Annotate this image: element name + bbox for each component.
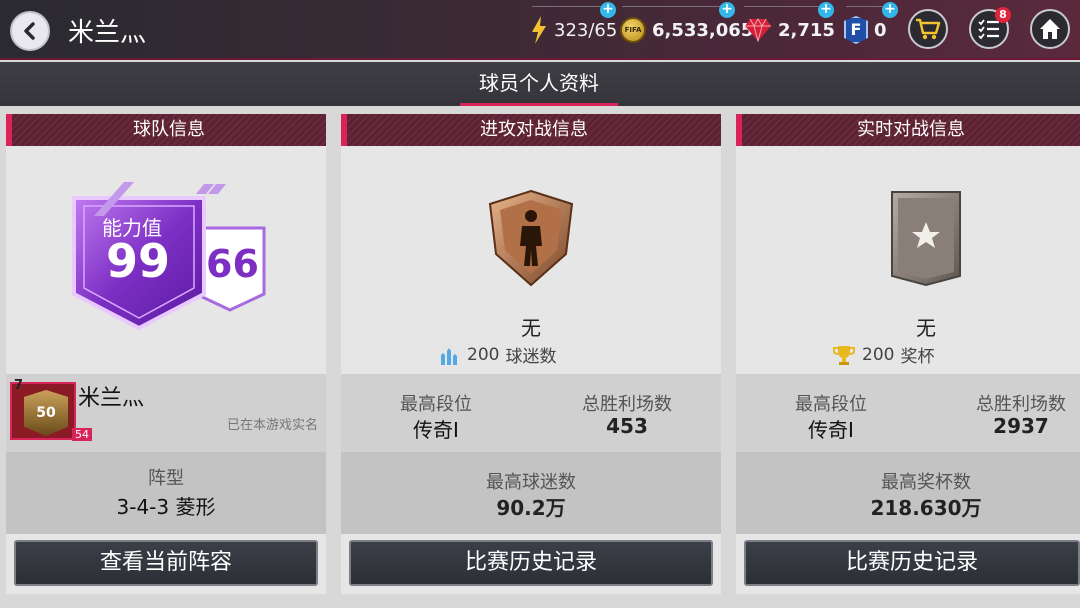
fifa-points-icon: F (844, 16, 868, 44)
silver-shield-icon (891, 191, 961, 287)
live-best-rank-value: 传奇I (808, 418, 854, 442)
team-info-header: 球队信息 (6, 114, 326, 146)
tasks-button[interactable]: 8 (969, 7, 1011, 49)
add-fifa-points-button[interactable]: + (882, 2, 898, 18)
view-lineup-button[interactable]: 查看当前阵容 (14, 540, 318, 586)
card-icon: 50 (24, 390, 68, 436)
live-rank: 无 (916, 316, 936, 340)
store-button[interactable] (908, 9, 948, 49)
energy-counter[interactable]: 323/65 + (530, 2, 618, 46)
coins-value: 6,533,065 (652, 19, 754, 41)
live-max-trophies-label: 最高奖杯数 (881, 472, 971, 493)
gem-icon (745, 18, 771, 42)
formation-label: 阵型 (148, 468, 184, 489)
player-name: 米兰灬 (78, 386, 145, 411)
attack-total-wins-label: 总胜利场数 (582, 394, 672, 415)
tasks-badge: 8 (995, 7, 1011, 23)
tab-strip: 球员个人资料 (0, 62, 1080, 106)
live-best-rank-label: 最高段位 (795, 394, 867, 415)
team-info-panel: 球队信息 能力值 99 66 7 50 54 米兰灬 已在本游戏实名 阵型 3-… (6, 114, 326, 594)
attack-max-fans-label: 最高球迷数 (486, 472, 576, 493)
chevron-left-icon (24, 22, 35, 40)
gems-value: 2,715 (778, 19, 835, 41)
fifa-points-counter[interactable]: F 0 + (844, 2, 898, 46)
cart-icon (916, 18, 941, 40)
attack-fans-value: 200 (467, 344, 500, 365)
level-badge: 7 (14, 378, 24, 393)
live-header: 实时对战信息 (736, 114, 1080, 146)
live-trophies: 200 奖杯 (832, 342, 934, 367)
lightning-icon (532, 16, 546, 44)
attack-fans-label: 球迷数 (505, 347, 557, 367)
add-energy-button[interactable]: + (600, 2, 616, 18)
formation-value: 3-4-3 菱形 (116, 495, 216, 519)
attack-match-history-button[interactable]: 比赛历史记录 (349, 540, 713, 586)
card-level: 54 (72, 428, 92, 441)
card-rating: 50 (36, 405, 56, 421)
attack-max-fans-value: 90.2万 (496, 496, 566, 520)
live-total-wins-label: 总胜利场数 (976, 394, 1066, 415)
tab-player-profile[interactable]: 球员个人资料 (460, 62, 618, 106)
live-max-trophies-value: 218.630万 (870, 496, 982, 520)
attack-panel: 进攻对战信息 无 200 球迷数 最高段位 传奇I 总胜利场数 453 最高球迷… (341, 114, 721, 594)
attack-total-wins-value: 453 (606, 414, 648, 438)
attack-rank: 无 (521, 316, 541, 340)
verified-text: 已在本游戏实名 (226, 418, 318, 433)
live-trophies-label: 奖杯 (900, 347, 935, 367)
attack-best-rank-value: 传奇I (413, 418, 459, 442)
fans-icon (441, 347, 457, 365)
fifa-points-value: 0 (874, 19, 887, 41)
player-avatar[interactable]: 7 50 54 (10, 378, 92, 441)
bronze-shield-icon (488, 189, 574, 287)
page-title: 米兰灬 (68, 18, 147, 48)
rank-value: 66 (206, 242, 259, 286)
ovr-value: 99 (106, 234, 171, 288)
add-coins-button[interactable]: + (719, 2, 735, 18)
coins-counter[interactable]: FIFA 6,533,065 + (620, 2, 754, 46)
attack-best-rank-label: 最高段位 (400, 394, 472, 415)
home-icon (1040, 19, 1060, 39)
live-trophies-value: 200 (862, 344, 895, 365)
live-match-history-button[interactable]: 比赛历史记录 (744, 540, 1080, 586)
home-button[interactable] (1030, 9, 1070, 49)
energy-value: 323/65 (554, 19, 618, 41)
coin-icon: FIFA (620, 17, 646, 43)
back-button[interactable] (10, 11, 50, 51)
live-panel: 实时对战信息 无 200 奖杯 最高段位 传奇I 总胜利场数 2937 最高奖杯… (736, 114, 1080, 594)
attack-fans: 200 球迷数 (437, 342, 556, 367)
gems-counter[interactable]: 2,715 + (744, 2, 835, 46)
attack-header: 进攻对战信息 (341, 114, 721, 146)
trophy-icon (833, 345, 855, 365)
top-bar: 米兰灬 323/65 + FIFA 6,533,065 + 2,715 + F … (0, 0, 1080, 60)
add-gems-button[interactable]: + (818, 2, 834, 18)
live-total-wins-value: 2937 (993, 414, 1049, 438)
